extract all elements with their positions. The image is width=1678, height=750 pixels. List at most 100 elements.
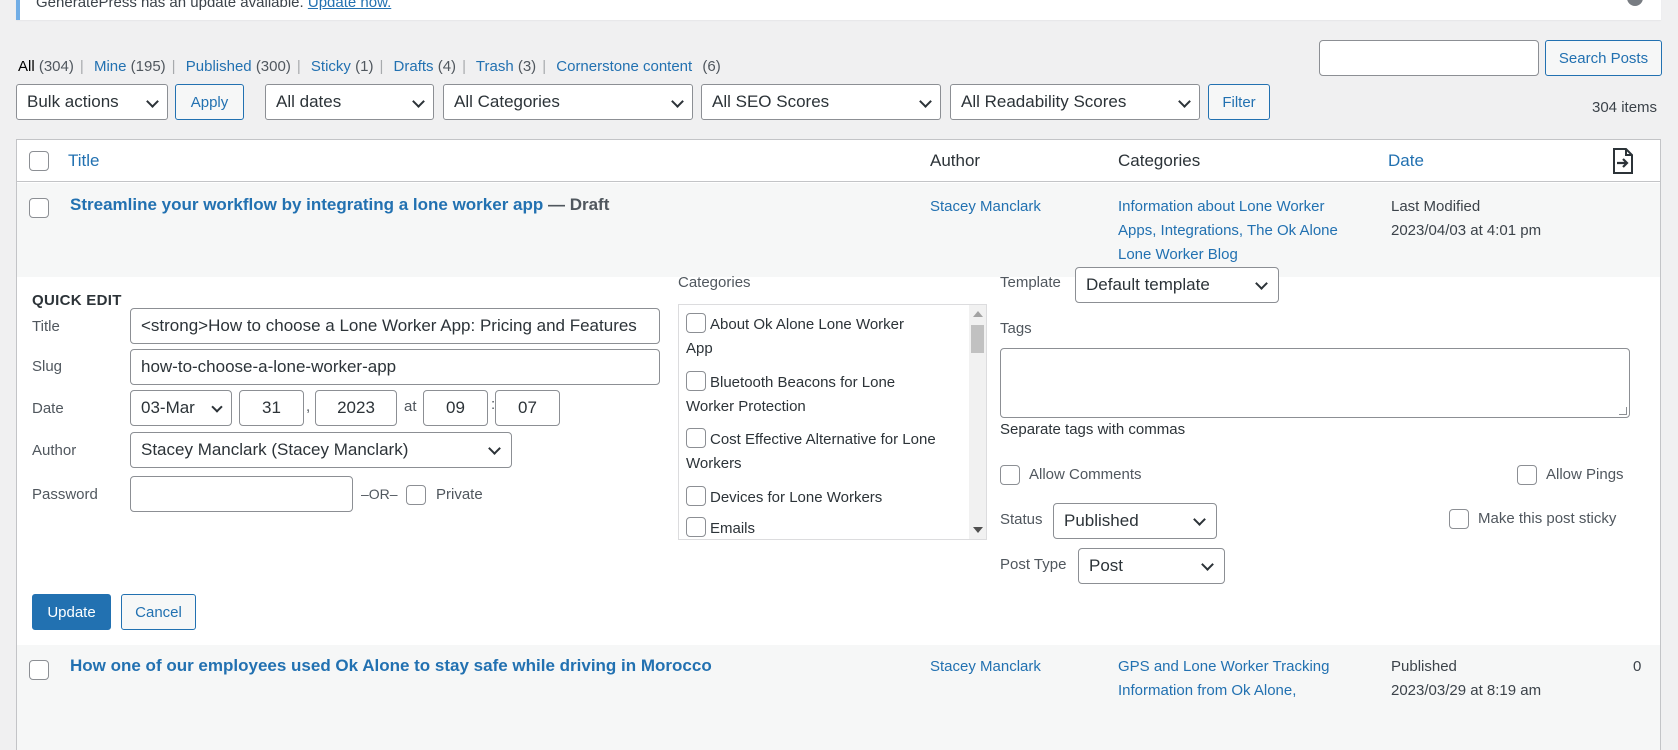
category-checkbox[interactable] (686, 313, 706, 334)
post-status-views: All (304) | Mine (195) | Published (300) | … (18, 58, 721, 75)
post-type-select[interactable]: Post (1078, 548, 1225, 584)
category-item[interactable]: About Ok Alone Lone Worker App (686, 313, 956, 361)
update-button[interactable]: Update (32, 594, 111, 630)
column-title[interactable]: Title (68, 151, 100, 171)
readability-scores-select[interactable]: All Readability Scores (950, 84, 1200, 120)
hour-input[interactable]: 09 (423, 390, 488, 426)
tags-hint: Separate tags with commas (1000, 421, 1186, 438)
date-comma: , (306, 398, 311, 415)
view-drafts[interactable]: Drafts (4) (394, 58, 457, 75)
update-notice: GeneratePress has an update available. U… (16, 0, 1661, 20)
column-date[interactable]: Date (1388, 151, 1424, 171)
update-now-link[interactable]: Update now. (308, 0, 391, 11)
slug-input[interactable]: how-to-choose-a-lone-worker-app (130, 349, 660, 385)
private-checkbox[interactable] (406, 485, 426, 505)
row-checkbox[interactable] (29, 198, 49, 218)
sticky-label: Make this post sticky (1478, 510, 1617, 527)
category-checkbox[interactable] (686, 371, 706, 392)
day-input[interactable]: 31 (239, 390, 304, 426)
title-input[interactable]: <strong>How to choose a Lone Worker App:… (130, 308, 660, 344)
slug-label: Slug (32, 358, 63, 375)
chevron-down-icon (412, 95, 425, 108)
search-posts-button[interactable]: Search Posts (1545, 40, 1662, 76)
post-author-link[interactable]: Stacey Manclark (930, 195, 1041, 219)
chevron-down-icon (1201, 558, 1214, 571)
post-title-link[interactable]: Streamline your workflow by integrating … (70, 195, 609, 215)
cancel-button[interactable]: Cancel (121, 594, 196, 630)
password-label: Password (32, 486, 98, 503)
view-mine[interactable]: Mine (195) (94, 58, 166, 75)
select-all-checkbox[interactable] (29, 151, 49, 171)
category-item[interactable]: Emails (686, 517, 956, 539)
view-sticky[interactable]: Sticky (1) (311, 58, 374, 75)
category-item[interactable]: Cost Effective Alternative for Lone Worke… (686, 428, 956, 476)
quick-edit-heading: QUICK EDIT (32, 292, 122, 309)
category-item[interactable]: Devices for Lone Workers (686, 486, 956, 510)
private-label: Private (436, 486, 483, 503)
sticky-checkbox[interactable] (1449, 509, 1469, 529)
scroll-thumb[interactable] (971, 325, 984, 353)
row-checkbox[interactable] (29, 660, 49, 680)
post-title-link[interactable]: How one of our employees used Ok Alone t… (70, 656, 712, 676)
view-cornerstone[interactable]: Cornerstone content (6) (556, 58, 720, 75)
filter-button[interactable]: Filter (1208, 84, 1270, 120)
search-posts-input[interactable] (1319, 40, 1539, 76)
bulk-actions-select[interactable]: Bulk actions (16, 84, 168, 120)
allow-pings-label: Allow Pings (1546, 466, 1624, 483)
seo-scores-select[interactable]: All SEO Scores (701, 84, 941, 120)
post-categories[interactable]: Information about Lone Worker Apps, Inte… (1118, 195, 1338, 267)
notice-text: GeneratePress has an update available. U… (36, 0, 391, 11)
password-input[interactable] (130, 476, 353, 512)
chevron-down-icon (1193, 513, 1206, 526)
chevron-down-icon (1255, 277, 1268, 290)
post-type-label: Post Type (1000, 556, 1067, 573)
status-select[interactable]: Published (1053, 503, 1217, 539)
scroll-down-icon[interactable] (973, 527, 983, 533)
author-select[interactable]: Stacey Manclark (Stacey Manclark) (130, 432, 512, 468)
scroll-up-icon[interactable] (973, 311, 983, 317)
date-label: Date (32, 400, 64, 417)
categories-label: Categories (678, 274, 751, 291)
status-label: Status (1000, 511, 1043, 528)
apply-button[interactable]: Apply (175, 84, 244, 120)
category-checkbox[interactable] (686, 517, 706, 538)
export-icon[interactable] (1612, 148, 1634, 174)
chevron-down-icon (671, 95, 684, 108)
month-select[interactable]: 03-Mar (130, 390, 232, 426)
categories-checklist[interactable]: About Ok Alone Lone Worker App Bluetooth … (678, 304, 987, 540)
category-item[interactable]: Bluetooth Beacons for Lone Worker Protect… (686, 371, 956, 419)
at-label: at (404, 398, 417, 415)
title-label: Title (32, 318, 60, 335)
column-author: Author (930, 151, 981, 170)
or-separator: –OR– (361, 486, 398, 502)
resize-grip-icon[interactable] (1619, 407, 1627, 415)
minute-input[interactable]: 07 (495, 390, 560, 426)
view-all[interactable]: All (304) (18, 58, 74, 75)
year-input[interactable]: 2023 (315, 390, 397, 426)
categories-filter-select[interactable]: All Categories (443, 84, 693, 120)
post-categories[interactable]: GPS and Lone Worker Tracking Information… (1118, 655, 1330, 703)
chevron-down-icon (1178, 95, 1191, 108)
post-date: Published 2023/03/29 at 8:19 am (1391, 658, 1542, 699)
tags-textarea[interactable] (1000, 348, 1630, 418)
table-row: How one of our employees used Ok Alone t… (17, 645, 1660, 750)
view-trash[interactable]: Trash (3) (476, 58, 536, 75)
allow-comments-label: Allow Comments (1029, 466, 1142, 483)
allow-pings-checkbox[interactable] (1517, 465, 1537, 485)
author-label: Author (32, 442, 77, 459)
chevron-down-icon (211, 401, 223, 413)
tags-label: Tags (1000, 320, 1032, 337)
post-date: Last Modified 2023/04/03 at 4:01 pm (1391, 198, 1542, 239)
dismiss-icon[interactable] (1627, 0, 1643, 6)
view-published[interactable]: Published (300) (186, 58, 291, 75)
category-checkbox[interactable] (686, 486, 706, 507)
allow-comments-checkbox[interactable] (1000, 465, 1020, 485)
categories-scrollbar[interactable] (969, 305, 986, 539)
table-row: Streamline your workflow by integrating … (17, 183, 1660, 277)
dates-filter-select[interactable]: All dates (265, 84, 434, 120)
template-select[interactable]: Default template (1075, 267, 1279, 303)
chevron-down-icon (488, 442, 501, 455)
post-author-link[interactable]: Stacey Manclark (930, 655, 1041, 679)
category-checkbox[interactable] (686, 428, 706, 449)
table-header: Title Author Categories Date (17, 140, 1660, 182)
